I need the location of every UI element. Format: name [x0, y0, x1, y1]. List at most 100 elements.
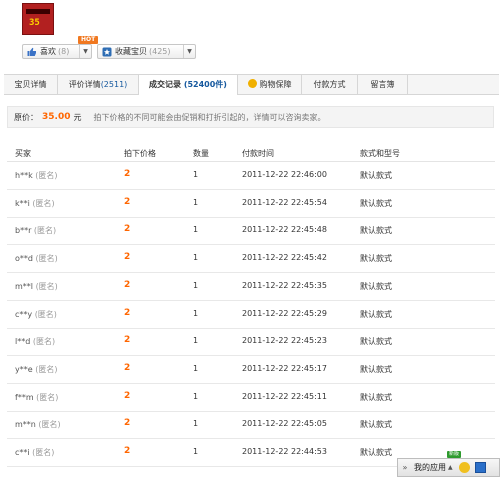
expand-arrows-icon[interactable]: » — [398, 463, 412, 472]
model-cell: 默认款式 — [360, 254, 392, 264]
pay-time-cell: 2011-12-22 22:45:35 — [242, 280, 327, 290]
price-cell: 2 — [124, 362, 131, 373]
anonymous-tag: (匿名) — [34, 309, 57, 319]
table-row: f**m (匿名) 2 1 2011-12-22 22:45:11 默认款式 — [7, 384, 495, 412]
price-cell: 2 — [124, 390, 131, 401]
detail-tabs: 宝贝详情 评价详情(2511) 成交记录 (52400件) 购物保障 付款方式 … — [4, 74, 499, 95]
thumbs-up-icon — [27, 47, 37, 57]
buyer-name[interactable]: m**n — [15, 420, 36, 429]
pay-time-cell: 2011-12-22 22:46:00 — [242, 170, 327, 179]
price-cell: 2 — [124, 307, 131, 318]
anonymous-tag: (匿名) — [32, 337, 56, 347]
table-row: k**i (匿名) 2 1 2011-12-22 22:45:54 默认款式 — [7, 190, 495, 218]
price-cell: 2 — [124, 224, 131, 235]
favorite-button[interactable]: 收藏宝贝 (425) ▼ — [97, 44, 196, 59]
new-badge: 新版 — [447, 451, 462, 458]
like-label: 喜欢 — [40, 47, 56, 56]
table-row: h**k (匿名) 2 1 2011-12-22 22:46:00 默认款式 — [7, 162, 495, 190]
pay-time-cell: 2011-12-22 22:45:23 — [242, 336, 327, 346]
model-cell: 默认款式 — [360, 171, 392, 180]
tab-label: 宝贝详情 — [14, 80, 47, 89]
buyer-name[interactable]: h**k — [15, 171, 33, 180]
model-cell: 默认款式 — [360, 420, 392, 430]
original-price-label: 原价： — [14, 112, 38, 122]
buyer-cell: m**l (匿名) — [15, 281, 58, 292]
thumbnail-number: 35 — [29, 18, 40, 28]
buyer-name[interactable]: f**m — [15, 393, 34, 402]
like-count: (8) — [58, 47, 70, 56]
product-thumbnail[interactable]: 35 — [22, 3, 54, 35]
coin-icon[interactable] — [458, 462, 470, 473]
anonymous-tag: (匿名) — [35, 254, 58, 264]
price-cell: 2 — [124, 418, 131, 429]
original-price-bar: 原价： 35.00 元 拍下价格的不同可能会由促销和打折引起的，详情可以咨询卖家… — [7, 106, 494, 128]
model-cell: 默认款式 — [360, 364, 392, 374]
buyer-cell: y**e (匿名) — [15, 364, 57, 375]
quantity-cell: 1 — [193, 336, 199, 346]
table-row: b**r (匿名) 2 1 2011-12-22 22:45:48 默认款式 — [7, 217, 495, 246]
my-apps-label[interactable]: 我的应用 — [414, 462, 446, 473]
buyer-cell: h**k (匿名) — [15, 170, 58, 181]
buyer-cell: c**y (匿名) — [15, 309, 57, 320]
favorite-star-icon — [102, 47, 112, 57]
buyer-cell: l**d (匿名) — [15, 336, 55, 347]
buyer-name[interactable]: y**e — [15, 365, 33, 374]
buyer-name[interactable]: k**i — [15, 199, 30, 208]
quantity-cell: 1 — [193, 280, 199, 290]
tab-label: 成交记录 — [149, 80, 182, 89]
tab-shopping-guarantee[interactable]: 购物保障 — [238, 75, 302, 94]
pay-time-cell: 2011-12-22 22:44:53 — [242, 447, 327, 456]
price-cell: 2 — [124, 196, 131, 207]
quantity-cell: 1 — [193, 391, 199, 401]
table-row: c**y (匿名) 2 1 2011-12-22 22:45:29 默认款式 — [7, 301, 495, 329]
pay-time-cell: 2011-12-22 22:45:42 — [242, 253, 327, 263]
model-cell: 默认款式 — [360, 337, 392, 347]
app-window-icon[interactable] — [474, 462, 486, 473]
tab-item-details[interactable]: 宝贝详情 — [4, 75, 58, 94]
buyer-cell: f**m (匿名) — [15, 392, 58, 403]
price-cell: 2 — [124, 169, 131, 179]
my-apps-bar[interactable]: » 我的应用 ▲ — [397, 458, 500, 477]
tab-reviews[interactable]: 评价详情(2511) — [58, 75, 139, 94]
table-row: m**l (匿名) 2 1 2011-12-22 22:45:35 默认款式 — [7, 273, 495, 301]
tab-transactions[interactable]: 成交记录 (52400件) — [139, 75, 238, 95]
tab-payment-methods[interactable]: 付款方式 — [302, 75, 358, 94]
shield-icon — [247, 79, 257, 88]
favorite-dropdown-arrow-icon[interactable]: ▼ — [183, 45, 195, 58]
buyer-cell: o**d (匿名) — [15, 253, 58, 264]
buyer-name[interactable]: b**r — [15, 226, 31, 235]
buyer-name[interactable]: l**d — [15, 337, 30, 346]
tab-message-board[interactable]: 留言簿 — [358, 75, 408, 94]
pay-time-cell: 2011-12-22 22:45:54 — [242, 197, 327, 207]
buyer-name[interactable]: c**i — [15, 448, 30, 457]
like-button[interactable]: 喜欢 (8) ▼ — [22, 44, 92, 59]
buyer-cell: k**i (匿名) — [15, 198, 55, 209]
quantity-cell: 1 — [193, 447, 199, 456]
model-cell: 默认款式 — [360, 198, 392, 208]
hot-badge: HOT — [78, 36, 99, 44]
model-cell: 默认款式 — [360, 281, 392, 291]
header-quantity: 数量 — [193, 149, 209, 158]
buyer-name[interactable]: c**y — [15, 310, 32, 319]
model-cell: 默认款式 — [360, 392, 392, 402]
buyer-cell: c**i (匿名) — [15, 447, 54, 458]
buyer-name[interactable]: m**l — [15, 282, 33, 291]
table-row: l**d (匿名) 2 1 2011-12-22 22:45:23 默认款式 — [7, 328, 495, 357]
my-apps-dropdown-icon[interactable]: ▲ — [448, 464, 453, 471]
favorite-label: 收藏宝贝 — [115, 47, 147, 56]
buyer-cell: m**n (匿名) — [15, 419, 61, 430]
anonymous-tag: (匿名) — [38, 420, 61, 430]
header-pay-time: 付款时间 — [242, 149, 274, 158]
price-cell: 2 — [124, 252, 131, 263]
buyer-cell: b**r (匿名) — [15, 225, 56, 236]
tab-label: 评价详情 — [68, 80, 101, 89]
pay-time-cell: 2011-12-22 22:45:05 — [242, 419, 327, 429]
like-dropdown-arrow-icon[interactable]: ▼ — [79, 45, 91, 58]
anonymous-tag: (匿名) — [32, 448, 55, 457]
model-cell: 默认款式 — [360, 448, 392, 457]
price-cell: 2 — [124, 446, 131, 456]
quantity-cell: 1 — [193, 225, 199, 235]
tab-count: (52400件) — [183, 80, 227, 89]
original-price-value: 35.00 — [42, 112, 71, 122]
buyer-name[interactable]: o**d — [15, 254, 33, 263]
